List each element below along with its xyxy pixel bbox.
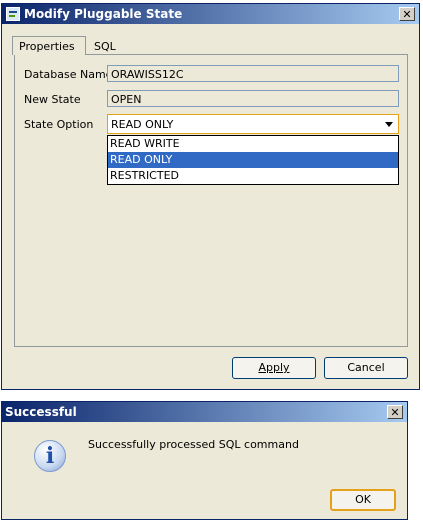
option-restricted[interactable]: RESTRICTED xyxy=(108,168,398,184)
app-icon xyxy=(6,7,20,21)
cancel-button[interactable]: Cancel xyxy=(324,357,408,379)
message-title: Successful xyxy=(5,405,77,419)
state-option-select[interactable]: READ ONLY xyxy=(107,114,399,134)
tab-properties[interactable]: Properties xyxy=(12,36,86,55)
database-name-label: Database Name xyxy=(24,68,113,81)
message-titlebar[interactable]: Successful ✕ xyxy=(2,402,407,422)
option-read-only[interactable]: READ ONLY xyxy=(108,152,398,168)
message-text: Successfully processed SQL command xyxy=(88,438,299,451)
state-option-value: READ ONLY xyxy=(111,118,174,131)
new-state-field: OPEN xyxy=(107,90,399,107)
dialog-title: Modify Pluggable State xyxy=(24,7,183,21)
option-read-write[interactable]: READ WRITE xyxy=(108,136,398,152)
info-icon: i xyxy=(34,440,66,472)
new-state-label: New State xyxy=(24,93,81,106)
dialog-titlebar[interactable]: Modify Pluggable State ✕ xyxy=(2,4,419,24)
chevron-down-icon[interactable] xyxy=(385,122,393,127)
message-close-button[interactable]: ✕ xyxy=(387,405,403,419)
tab-sql[interactable]: SQL xyxy=(94,40,116,53)
dialog-close-button[interactable]: ✕ xyxy=(399,7,415,21)
ok-button[interactable]: OK xyxy=(330,489,396,511)
state-option-dropdown: READ WRITE READ ONLY RESTRICTED xyxy=(107,135,399,185)
apply-button[interactable]: Apply xyxy=(232,357,316,379)
database-name-field: ORAWISS12C xyxy=(107,65,399,82)
state-option-label: State Option xyxy=(24,118,94,131)
